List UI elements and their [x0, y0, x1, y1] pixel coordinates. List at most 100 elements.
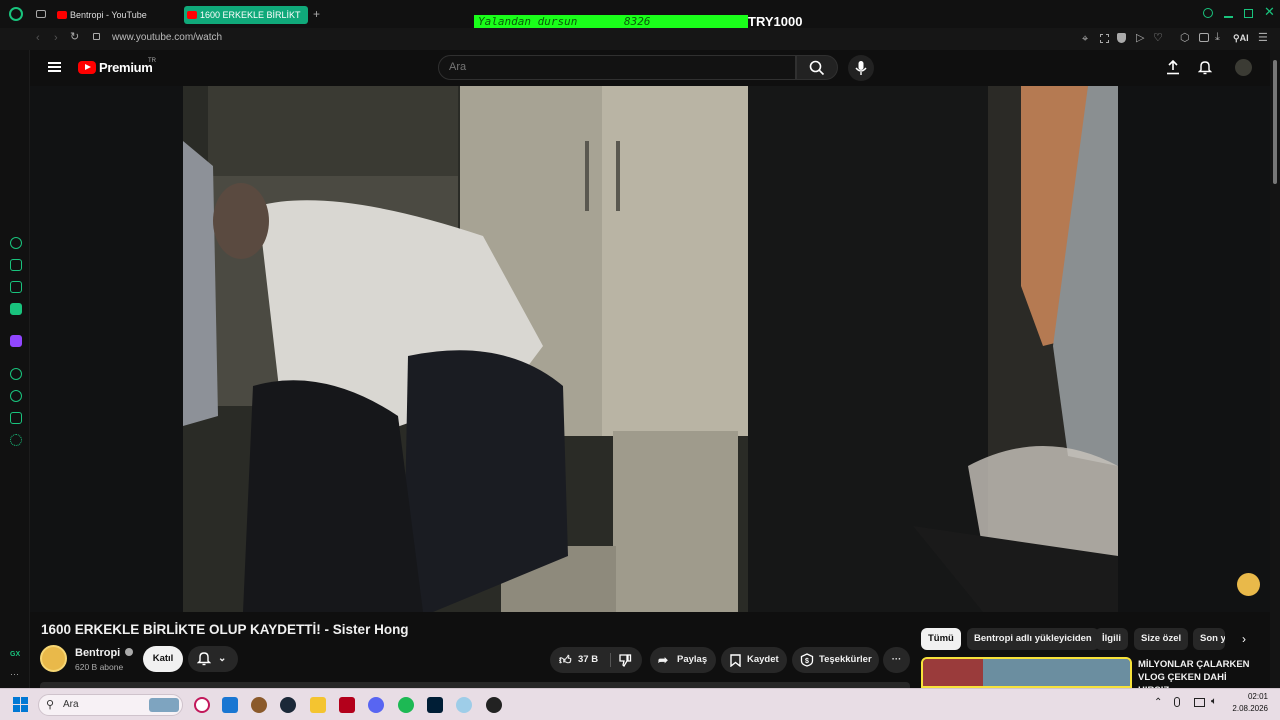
chip-related[interactable]: İlgili [1095, 628, 1128, 650]
url-field[interactable]: www.youtube.com/watch [112, 32, 222, 43]
scrollbar-thumb[interactable] [1273, 60, 1277, 184]
settings-icon[interactable] [10, 434, 22, 446]
chip-from-uploader[interactable]: Bentropi adlı yükleyiciden [967, 628, 1099, 650]
photoshop-icon[interactable] [427, 697, 443, 713]
join-button[interactable]: Katıl [143, 646, 183, 672]
channel-name[interactable]: Bentropi [75, 647, 134, 659]
obs-icon[interactable] [486, 697, 502, 713]
spotify-icon[interactable] [398, 697, 414, 713]
wallet-icon[interactable] [1199, 33, 1209, 42]
share-icon: ➦ [658, 653, 669, 667]
search-tabs-icon[interactable] [1203, 8, 1213, 18]
chip-for-you[interactable]: Size özel [1134, 628, 1189, 650]
youtube-favicon-icon [57, 11, 67, 19]
subscriber-count: 620 B abone [75, 662, 124, 672]
account-avatar[interactable] [1235, 59, 1252, 76]
search-icon [809, 60, 825, 76]
address-bar: ‹ › ↻ www.youtube.com/watch ⌖ ▷ ♡ ⬡ ⤓ ⚲A… [0, 28, 1280, 50]
sidebar-more-icon[interactable]: ··· [10, 669, 19, 679]
subscription-bell-button[interactable]: ⌄ [188, 646, 238, 672]
close-icon[interactable]: ✕ [1264, 5, 1275, 18]
hamburger-menu-icon[interactable] [48, 62, 61, 72]
new-tab-button[interactable]: + [313, 7, 320, 21]
history-icon[interactable] [10, 390, 22, 402]
like-button[interactable]: 👍︎ 37 B [550, 647, 642, 673]
page-scrollbar[interactable] [1270, 50, 1280, 688]
snapshot-icon[interactable] [1100, 34, 1109, 43]
aria-ai-icon[interactable]: ⚲AI [1233, 32, 1249, 44]
chip-all[interactable]: Tümü [921, 628, 961, 650]
pin-icon[interactable]: ⌖ [1082, 33, 1088, 45]
chevron-down-icon: ⌄ [218, 653, 227, 664]
extensions-icon[interactable]: ⬡ [1180, 32, 1190, 44]
tab-active-video[interactable]: 1600 ERKEKLE BİRLİKT [184, 6, 308, 24]
download-icon[interactable]: ⤓ [1215, 31, 1220, 43]
network-icon[interactable] [456, 697, 472, 713]
search-button[interactable] [796, 55, 838, 80]
microphone-icon [855, 61, 867, 75]
robot-icon[interactable] [10, 259, 22, 271]
region-code: TR [148, 58, 156, 64]
opera-gx-logo-icon[interactable] [9, 7, 23, 21]
search-box[interactable] [438, 55, 796, 80]
adobe-icon[interactable] [339, 697, 355, 713]
share-button[interactable]: ➦ Paylaş [650, 647, 716, 673]
thumbnail-image [983, 659, 1130, 686]
more-actions-button[interactable]: ··· [883, 647, 910, 673]
youtube-favicon-icon [187, 11, 197, 19]
file-explorer-icon[interactable] [310, 697, 326, 713]
ai-label: AI [1239, 33, 1249, 43]
workspaces-icon[interactable] [36, 10, 46, 18]
thanks-button[interactable]: $ Teşekkürler [792, 647, 879, 673]
voice-search-button[interactable] [848, 55, 874, 81]
channel-watermark-icon[interactable] [1237, 573, 1260, 596]
save-label: Kaydet [747, 654, 779, 665]
video-player[interactable] [30, 86, 1270, 612]
windows-start-icon[interactable] [13, 697, 29, 713]
back-icon[interactable]: ‹ [36, 32, 40, 44]
vpn-shield-icon[interactable] [1117, 33, 1126, 43]
microphone-tray-icon[interactable] [1174, 697, 1180, 707]
easy-setup-icon[interactable]: ☰ [1258, 32, 1268, 44]
wallet-icon[interactable] [10, 281, 22, 293]
youtube-logo-icon[interactable] [78, 61, 96, 74]
game-icon[interactable] [251, 697, 267, 713]
video-scene-image [183, 86, 1118, 612]
steam-icon[interactable] [280, 697, 296, 713]
save-button[interactable]: Kaydet [721, 647, 787, 673]
like-dislike-divider [610, 653, 611, 667]
search-input[interactable] [449, 61, 779, 73]
youtube-brand[interactable]: Premium [99, 60, 153, 75]
minimize-icon[interactable] [1224, 16, 1233, 18]
puzzle-icon[interactable] [10, 412, 22, 424]
player-icon[interactable]: ▷ [1136, 32, 1144, 44]
opera-sidebar: GX ··· [0, 50, 30, 688]
discord-icon[interactable] [368, 697, 384, 713]
volume-icon[interactable]: 🔈︎ [1211, 696, 1217, 707]
tab-label: 1600 ERKEKLE BİRLİKT [200, 10, 301, 20]
related-video-thumbnail[interactable] [921, 657, 1132, 688]
forward-icon[interactable]: › [54, 32, 58, 44]
display-tray-icon[interactable] [1194, 698, 1205, 707]
play-icon[interactable] [10, 368, 22, 380]
clock-time[interactable]: 02:01 [1246, 692, 1268, 701]
upload-icon[interactable] [1166, 60, 1180, 75]
gx-label[interactable]: GX [10, 651, 20, 658]
reload-icon[interactable]: ↻ [70, 31, 79, 43]
channel-avatar[interactable] [40, 645, 67, 672]
tray-overflow-icon[interactable]: ⌃ [1154, 697, 1162, 708]
store-icon[interactable] [222, 697, 238, 713]
chip-recent[interactable]: Son y [1193, 628, 1225, 650]
chevron-right-icon[interactable]: › [1235, 630, 1253, 648]
twitch-icon[interactable] [10, 335, 22, 347]
refresh-icon[interactable] [10, 237, 22, 249]
clock-date[interactable]: 2.08.2026 [1228, 704, 1268, 713]
opera-gx-icon[interactable] [194, 697, 210, 713]
messenger-icon[interactable] [10, 303, 22, 315]
tab-bentropi-youtube[interactable]: Bentropi - YouTube [54, 6, 178, 24]
thumbs-down-icon[interactable] [618, 653, 632, 667]
notifications-bell-icon[interactable] [1198, 60, 1212, 75]
heart-icon[interactable]: ♡ [1153, 32, 1163, 44]
taskbar-search[interactable]: ⚲ Ara [38, 694, 183, 716]
restore-icon[interactable] [1244, 9, 1253, 18]
